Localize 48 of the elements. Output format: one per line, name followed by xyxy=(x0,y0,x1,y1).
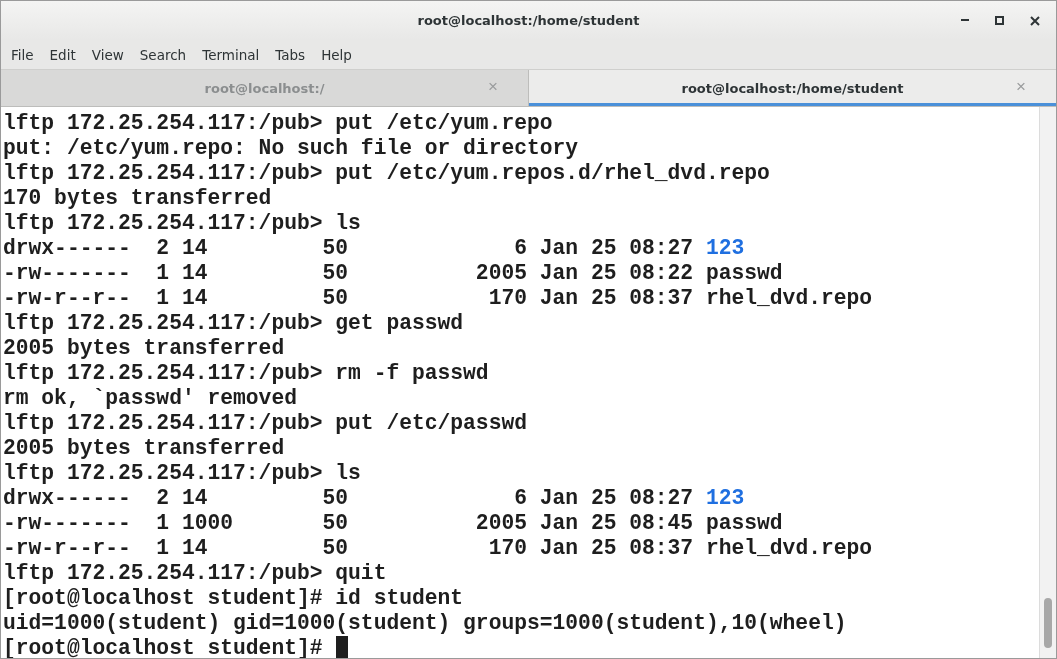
tab[interactable]: root@localhost:/home/student × xyxy=(528,70,1056,106)
scrollbar-thumb[interactable] xyxy=(1044,598,1052,648)
tab-label: root@localhost:/home/student xyxy=(681,80,904,96)
minimize-button[interactable] xyxy=(959,17,971,24)
file-info: drwx------ 2 14 50 6 Jan 25 08:27 xyxy=(3,486,694,511)
close-button[interactable] xyxy=(1028,13,1042,28)
maximize-button[interactable] xyxy=(993,14,1006,27)
terminal-line: 2005 bytes transferred xyxy=(3,436,285,461)
file-info: -rw------- 1 1000 50 2005 Jan 25 08:45 xyxy=(3,511,694,536)
file-info: drwx------ 2 14 50 6 Jan 25 08:27 xyxy=(3,236,694,261)
terminal-line: lftp 172.25.254.117:/pub> put /etc/passwd xyxy=(3,411,527,436)
tab-label: root@localhost:/ xyxy=(204,80,325,96)
file-info: -rw-r--r-- 1 14 50 170 Jan 25 08:37 xyxy=(3,286,694,311)
terminal-line: lftp 172.25.254.117:/pub> get passwd xyxy=(3,311,464,336)
cursor xyxy=(335,636,348,658)
terminal-line: 170 bytes transferred xyxy=(3,186,272,211)
minimize-icon xyxy=(961,19,969,22)
terminal-line: uid=1000(student) gid=1000(student) groups=1000(student),10(wheel) xyxy=(3,611,847,636)
terminal-line: lftp 172.25.254.117:/pub> quit xyxy=(3,561,387,586)
close-icon xyxy=(1030,15,1040,26)
window-title: root@localhost:/home/student xyxy=(417,13,640,28)
terminal-line: lftp 172.25.254.117:/pub> rm -f passwd xyxy=(3,361,489,386)
menu-item[interactable]: Edit xyxy=(41,46,84,63)
file-info: -rw-r--r-- 1 14 50 170 Jan 25 08:37 xyxy=(3,536,694,561)
terminal-line: rm ok, `passwd' removed xyxy=(3,386,297,411)
scrollbar[interactable] xyxy=(1039,107,1056,658)
file-name: 123 xyxy=(705,236,745,261)
terminal-line: [root@localhost student]# id student xyxy=(3,586,464,611)
menu-item[interactable]: File xyxy=(3,46,42,63)
menu-item[interactable]: Tabs xyxy=(267,46,314,63)
terminal-line: lftp 172.25.254.117:/pub> ls xyxy=(3,461,361,486)
terminal-prompt: [root@localhost student]# xyxy=(3,636,323,658)
menu-item[interactable]: Help xyxy=(313,46,360,63)
file-name: 123 xyxy=(705,486,745,511)
menu-item[interactable]: Search xyxy=(131,46,195,63)
terminal-line: put: /etc/yum.repo: No such file or directory xyxy=(3,136,579,161)
terminal-line: lftp 172.25.254.117:/pub> put /etc/yum.repo xyxy=(3,111,553,136)
terminal-line: lftp 172.25.254.117:/pub> ls xyxy=(3,211,361,236)
maximize-icon xyxy=(995,16,1004,25)
file-name: passwd xyxy=(705,261,783,286)
terminal-line: lftp 172.25.254.117:/pub> put /etc/yum.repos.d/rhel_dvd.repo xyxy=(3,161,770,186)
file-name: passwd xyxy=(705,511,783,536)
terminal-line: 2005 bytes transferred xyxy=(3,336,285,361)
file-info: -rw------- 1 14 50 2005 Jan 25 08:22 xyxy=(3,261,694,286)
file-name: rhel_dvd.repo xyxy=(705,286,873,311)
file-name: rhel_dvd.repo xyxy=(705,536,873,561)
menu-item[interactable]: View xyxy=(83,46,132,63)
menu-item[interactable]: Terminal xyxy=(194,46,268,63)
